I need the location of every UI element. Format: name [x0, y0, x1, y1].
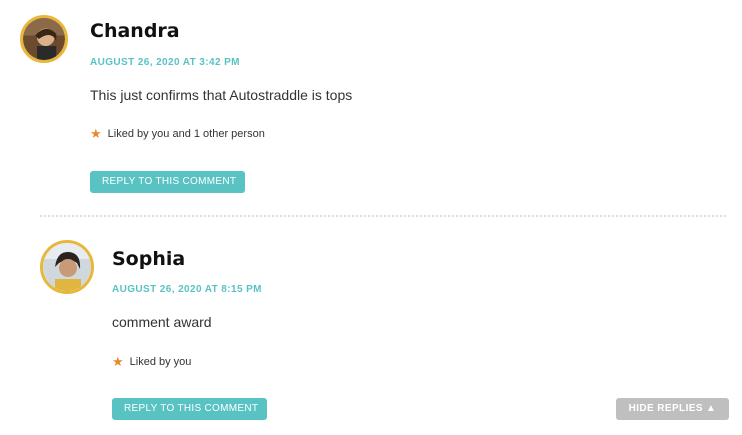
hide-replies-button[interactable]: HIDE REPLIES ▲ [616, 398, 729, 420]
like-indicator[interactable]: ★ Liked by you [112, 354, 191, 370]
star-icon: ★ [90, 126, 102, 141]
avatar[interactable] [20, 15, 68, 63]
comment-author[interactable]: Sophia [112, 248, 185, 270]
comment-date[interactable]: AUGUST 26, 2020 AT 3:42 PM [90, 57, 240, 68]
reply-button[interactable]: REPLY TO THIS COMMENT [90, 171, 245, 193]
comment-date[interactable]: AUGUST 26, 2020 AT 8:15 PM [112, 284, 262, 295]
avatar-photo [23, 18, 65, 60]
star-icon: ★ [112, 354, 124, 369]
like-text: Liked by you and 1 other person [107, 128, 265, 140]
avatar[interactable] [40, 240, 94, 294]
comment-text: This just confirms that Autostraddle is … [90, 87, 353, 103]
reply-button[interactable]: REPLY TO THIS COMMENT [112, 398, 267, 420]
avatar-photo [43, 243, 91, 291]
like-text: Liked by you [129, 356, 192, 368]
comment-text: comment award [112, 314, 212, 330]
comment-author[interactable]: Chandra [90, 20, 180, 42]
comment-divider [40, 215, 726, 217]
like-indicator[interactable]: ★ Liked by you and 1 other person [90, 126, 265, 142]
